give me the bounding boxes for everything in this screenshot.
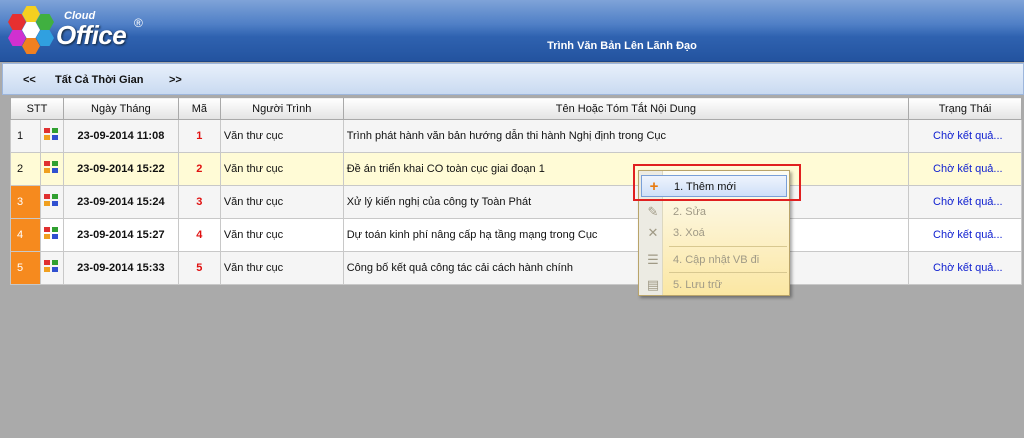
document-type-icon [39, 119, 64, 153]
table-row[interactable]: 2 23-09-2014 15:22 2 Văn thư cục Đề án t… [10, 152, 1022, 186]
row-sender: Văn thư cục [219, 185, 344, 219]
next-period-button[interactable]: >> [169, 74, 182, 86]
page-title: Trình Văn Bản Lên Lãnh Đạo [547, 40, 697, 52]
table-row[interactable]: 4 23-09-2014 15:27 4 Văn thư cục Dự toán… [10, 218, 1022, 252]
row-number: 1 [10, 119, 41, 153]
row-status-link[interactable]: Chờ kết quả... [908, 251, 1022, 285]
row-status-link[interactable]: Chờ kết quả... [908, 119, 1022, 153]
row-date: 23-09-2014 15:27 [62, 218, 179, 252]
row-content: Trình phát hành văn bản hướng dẫn thi hà… [342, 119, 910, 153]
row-number: 5 [10, 251, 41, 285]
column-header-code[interactable]: Mã [177, 97, 221, 120]
table-row[interactable]: 5 23-09-2014 15:33 5 Văn thư cục Công bố… [10, 251, 1022, 285]
row-code: 3 [177, 185, 221, 219]
row-content: Công bố kết quả công tác cải cách hành c… [342, 251, 910, 285]
row-sender: Văn thư cục [219, 251, 344, 285]
document-type-icon [39, 218, 64, 252]
list-icon: ☰ [647, 252, 659, 267]
row-sender: Văn thư cục [219, 218, 344, 252]
document-type-icon [39, 152, 64, 186]
row-code: 2 [177, 152, 221, 186]
menu-item-label: 5. Lưu trữ [673, 279, 722, 291]
row-number: 3 [10, 185, 41, 219]
row-sender: Văn thư cục [219, 152, 344, 186]
row-code: 1 [177, 119, 221, 153]
callout-highlight-box [633, 164, 801, 201]
menu-separator [669, 272, 787, 273]
time-filter-bar: << Tất Cả Thời Gian >> [2, 63, 1024, 95]
document-grid: STT Ngày Tháng Mã Người Trình Tên Hoặc T… [10, 97, 1022, 285]
row-number: 4 [10, 218, 41, 252]
menu-item-edit[interactable]: ✎ 2. Sửa [641, 201, 787, 223]
time-filter-label[interactable]: Tất Cả Thời Gian [55, 74, 144, 86]
column-header-date[interactable]: Ngày Tháng [62, 97, 179, 120]
menu-item-update-outgoing[interactable]: ☰ 4. Cập nhật VB đi [641, 249, 787, 271]
document-type-icon [39, 185, 64, 219]
menu-item-label: 4. Cập nhật VB đi [673, 254, 760, 266]
row-number: 2 [10, 152, 41, 186]
archive-icon: ▤ [646, 277, 660, 292]
column-header-stt[interactable]: STT [10, 97, 64, 120]
table-row[interactable]: 1 23-09-2014 11:08 1 Văn thư cục Trình p… [10, 119, 1022, 153]
table-row[interactable]: 3 23-09-2014 15:24 3 Văn thư cục Xử lý k… [10, 185, 1022, 219]
app-header: Cloud Office ® Trình Văn Bản Lên Lãnh Đạ… [0, 0, 1024, 62]
menu-item-archive[interactable]: ▤ 5. Lưu trữ [641, 274, 787, 296]
row-date: 23-09-2014 15:22 [62, 152, 179, 186]
row-content: Xử lý kiến nghị của công ty Toàn Phát [342, 185, 910, 219]
row-date: 23-09-2014 15:33 [62, 251, 179, 285]
row-code: 4 [177, 218, 221, 252]
row-status-link[interactable]: Chờ kết quả... [908, 152, 1022, 186]
column-header-status[interactable]: Trạng Thái [908, 97, 1022, 120]
row-date: 23-09-2014 15:24 [62, 185, 179, 219]
prev-period-button[interactable]: << [23, 74, 36, 86]
logo-registered-mark: ® [134, 16, 143, 30]
menu-item-label: 2. Sửa [673, 206, 707, 218]
row-date: 23-09-2014 11:08 [62, 119, 179, 153]
column-header-content[interactable]: Tên Hoặc Tóm Tắt Nội Dung [342, 97, 910, 120]
row-status-link[interactable]: Chờ kết quả... [908, 218, 1022, 252]
menu-item-delete[interactable]: ✕ 3. Xoá [641, 222, 787, 244]
document-type-icon [39, 251, 64, 285]
menu-item-label: 3. Xoá [673, 227, 705, 239]
row-status-link[interactable]: Chờ kết quả... [908, 185, 1022, 219]
row-content: Dự toán kinh phí nâng cấp hạ tầng mạng t… [342, 218, 910, 252]
row-code: 5 [177, 251, 221, 285]
grid-header-row: STT Ngày Tháng Mã Người Trình Tên Hoặc T… [10, 97, 1022, 120]
row-sender: Văn thư cục [219, 119, 344, 153]
column-header-sender[interactable]: Người Trình [219, 97, 344, 120]
edit-icon: ✎ [647, 204, 659, 219]
row-content: Đề án triển khai CO toàn cục giai đoạn 1 [342, 152, 910, 186]
delete-icon: ✕ [647, 225, 659, 240]
menu-separator [669, 246, 787, 247]
